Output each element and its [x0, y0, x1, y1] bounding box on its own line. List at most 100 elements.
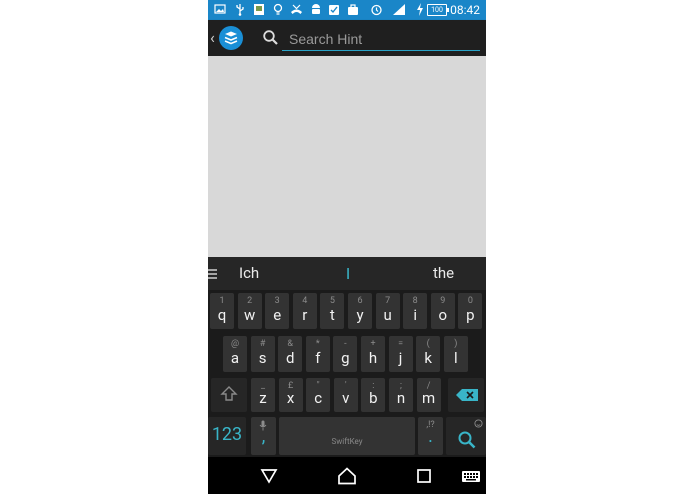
- key-alt-label: &: [287, 339, 293, 349]
- key-label: e: [273, 306, 282, 324]
- key-label: b: [369, 389, 378, 407]
- key-alt-label: 9: [440, 296, 446, 306]
- key-alt-label: 1: [219, 296, 225, 306]
- menu-icon[interactable]: [208, 266, 218, 280]
- key-alt-label: 6: [357, 296, 363, 306]
- key-p[interactable]: 0p: [458, 293, 483, 329]
- key-alt-label: 4: [302, 296, 308, 306]
- key-alt-label: 0: [467, 296, 473, 306]
- key-t[interactable]: 5t: [320, 293, 345, 329]
- key-alt-label: *: [315, 339, 320, 349]
- key-label: j: [398, 349, 403, 367]
- usb-icon: [234, 3, 246, 16]
- key-n[interactable]: ; n: [389, 378, 413, 412]
- key-h[interactable]: + h: [361, 336, 385, 372]
- home-icon[interactable]: [336, 465, 358, 487]
- key-alt-label: 5: [329, 296, 335, 306]
- key-label: u: [383, 306, 392, 324]
- key-alt-label: @: [230, 339, 240, 349]
- search-key-icon: [458, 431, 476, 449]
- image-icon: [214, 3, 226, 16]
- bulb-icon: [272, 3, 284, 16]
- search-icon[interactable]: [262, 29, 280, 47]
- key-y[interactable]: 6y: [348, 293, 372, 329]
- signal-icon: [392, 3, 405, 16]
- charging-icon: [414, 3, 426, 16]
- app-logo-icon[interactable]: [219, 26, 243, 50]
- key-label: w: [243, 306, 256, 324]
- comma-key[interactable]: ,: [251, 417, 276, 455]
- key-c[interactable]: " c: [306, 378, 331, 412]
- alarm-icon: [370, 3, 382, 16]
- phone-screen: 100 08:42 ‹ Ich I the 1q2w3e4r5t6y7u8i9o…: [208, 0, 486, 494]
- key-g[interactable]: -g: [333, 336, 358, 372]
- key-label: y: [356, 306, 364, 324]
- space-key[interactable]: SwiftKey: [279, 417, 415, 455]
- key-v[interactable]: ' v: [333, 378, 358, 412]
- battery-indicator: 100: [427, 4, 449, 16]
- android-icon: [310, 3, 322, 16]
- key-alt-label: 8: [412, 296, 418, 306]
- search-key[interactable]: [446, 417, 486, 455]
- key-label: t: [329, 306, 335, 324]
- key-f[interactable]: * f: [305, 336, 330, 372]
- key-label: f: [315, 349, 321, 367]
- key-label: s: [258, 349, 267, 367]
- navigation-bar: [208, 457, 486, 494]
- key-alt-label: 2: [247, 296, 253, 306]
- key-label: v: [342, 389, 350, 407]
- key-i[interactable]: 8i: [403, 293, 428, 329]
- key-label: a: [230, 349, 240, 367]
- key-w[interactable]: 2w: [237, 293, 262, 329]
- recents-icon[interactable]: [413, 465, 435, 487]
- key-k[interactable]: (k: [416, 336, 441, 372]
- suggestion-middle[interactable]: I: [333, 257, 363, 290]
- key-j[interactable]: = j: [388, 336, 413, 372]
- key-label: r: [302, 306, 308, 324]
- key-e[interactable]: 3e: [265, 293, 290, 329]
- key-alt-label: 7: [385, 296, 391, 306]
- content-area: [208, 56, 486, 257]
- keyboard: 1q2w3e4r5t6y7u8i9o0p @ a # s & d * f - g + h = j(k) l …: [208, 290, 486, 457]
- status-bar: 100 08:42: [208, 0, 486, 20]
- back-chevron-icon[interactable]: ‹: [210, 28, 218, 48]
- key-alt-label: #: [259, 339, 266, 349]
- key-label: k: [424, 349, 432, 367]
- key-alt-label: =: [398, 339, 404, 349]
- clock: 08:42: [450, 3, 480, 17]
- shift-key[interactable]: [211, 378, 247, 412]
- key-label: d: [285, 349, 295, 367]
- key-label: x: [286, 389, 295, 407]
- key-alt-label: (: [426, 339, 430, 349]
- briefcase-icon: [347, 3, 359, 16]
- download-done-icon: [328, 3, 340, 16]
- period-key[interactable]: ,!? .: [418, 417, 443, 455]
- suggestion-left[interactable]: Ich: [239, 257, 259, 290]
- swiftkey-brand: SwiftKey: [331, 437, 363, 446]
- key-label: n: [396, 389, 406, 407]
- keyboard-icon[interactable]: [460, 465, 482, 487]
- key-r[interactable]: 4r: [292, 293, 317, 329]
- key-b[interactable]: :b: [361, 378, 386, 412]
- key-m[interactable]: / m: [416, 378, 441, 412]
- key-alt-label: -: [344, 339, 347, 349]
- suggestion-bar: Ich I the: [208, 257, 486, 290]
- suggestion-right[interactable]: the: [433, 257, 454, 290]
- search-input[interactable]: [282, 27, 480, 51]
- key-z[interactable]: _ z: [251, 378, 275, 412]
- key-x[interactable]: £ x: [278, 378, 303, 412]
- numbers-key[interactable]: 123: [208, 417, 246, 455]
- action-bar: ‹: [208, 20, 486, 56]
- key-o[interactable]: 9o: [430, 293, 455, 329]
- key-q[interactable]: 1q: [210, 293, 234, 329]
- missed-call-icon: [290, 3, 302, 16]
- key-s[interactable]: # s: [250, 336, 275, 372]
- key-a[interactable]: @ a: [223, 336, 247, 372]
- key-u[interactable]: 7u: [375, 293, 400, 329]
- key-d[interactable]: & d: [278, 336, 303, 372]
- key-l[interactable]: ) l: [443, 336, 468, 372]
- key-label: i: [413, 306, 418, 324]
- backspace-key[interactable]: [448, 378, 484, 412]
- back-icon[interactable]: [258, 465, 280, 487]
- key-label: o: [438, 306, 448, 324]
